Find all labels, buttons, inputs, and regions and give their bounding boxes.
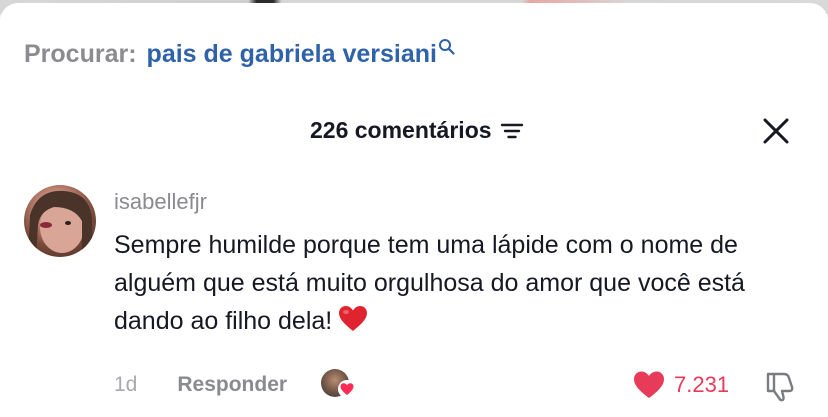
comment-username[interactable]: isabellefjr	[114, 189, 207, 215]
search-suggestion[interactable]: Procurar: pais de gabriela versiani	[24, 36, 456, 72]
like-count: 7.231	[674, 372, 730, 397]
search-label: Procurar:	[24, 39, 137, 68]
comments-header: 226 comentários	[0, 111, 828, 151]
comment-meta: 1d Responder	[114, 369, 357, 401]
comment-count-sort-button[interactable]: 226 comentários	[310, 117, 524, 144]
heart-icon[interactable]	[632, 370, 666, 400]
close-icon[interactable]	[760, 115, 792, 147]
reply-button[interactable]: Responder	[177, 373, 287, 397]
thumbs-down-icon[interactable]	[763, 369, 797, 403]
comments-sheet: Procurar: pais de gabriela versiani 226 …	[0, 3, 828, 417]
comment-text: Sempre humilde porque tem uma lápide com…	[114, 231, 745, 335]
search-icon	[438, 39, 455, 55]
comment-time: 1d	[114, 373, 138, 396]
like-group: 7.231	[632, 369, 729, 401]
filter-lines-icon	[500, 123, 523, 138]
search-query-link[interactable]: pais de gabriela versiani	[147, 40, 437, 69]
comment-body: Sempre humilde porque tem uma lápide com…	[114, 226, 754, 340]
avatar-image	[28, 190, 92, 257]
heart-icon	[338, 380, 357, 398]
avatar[interactable]	[24, 185, 96, 257]
comment-count: 226 comentários	[310, 117, 492, 143]
red-heart-emoji	[339, 306, 368, 331]
liked-by-creator-badge	[321, 369, 357, 401]
